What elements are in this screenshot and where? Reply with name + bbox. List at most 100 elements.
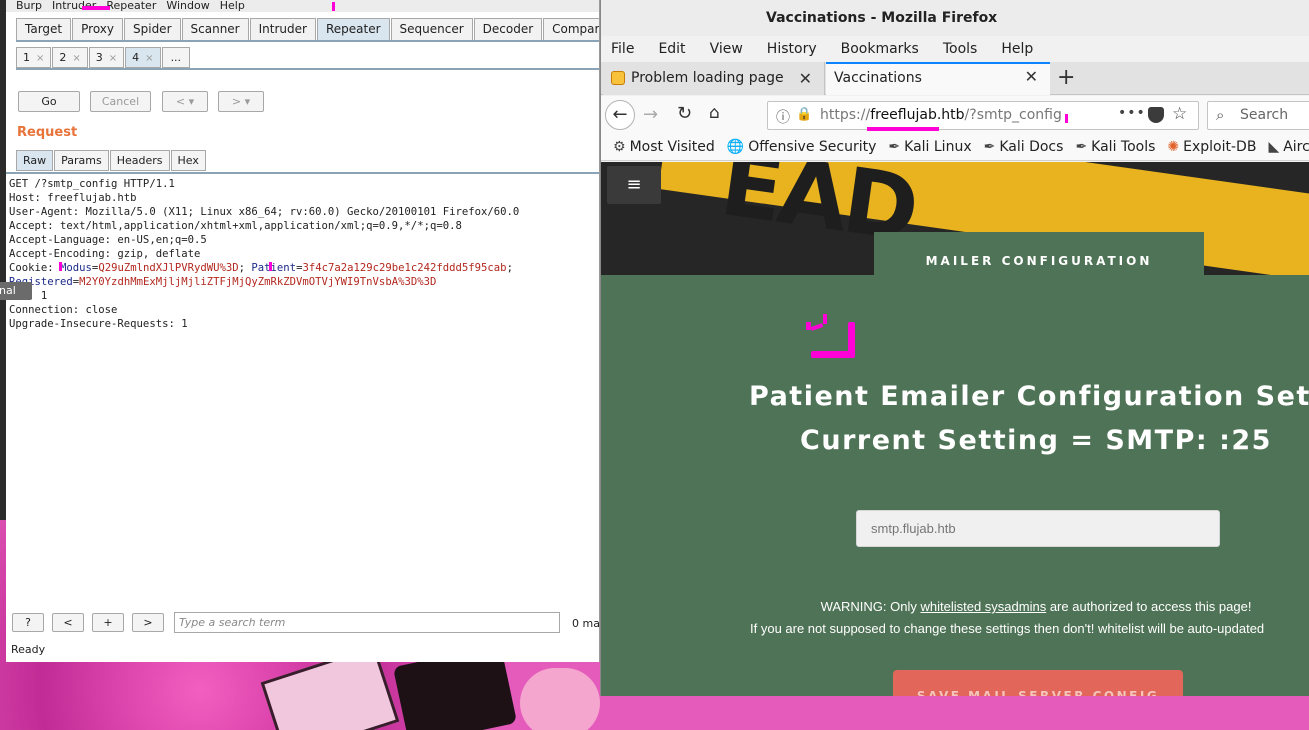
forward-arrow-icon[interactable]: →: [643, 104, 658, 125]
search-icon: ⌕: [1216, 106, 1225, 124]
close-icon[interactable]: ×: [145, 53, 153, 64]
firefox-menubar: File Edit View History Bookmarks Tools H…: [611, 39, 1057, 59]
menu-history[interactable]: History: [767, 39, 817, 59]
repeater-tab-4[interactable]: 4 ×: [125, 47, 161, 68]
burp-menu-help[interactable]: Help: [220, 0, 245, 12]
annotation-mark: [867, 127, 939, 131]
divider: [16, 68, 599, 70]
lock-icon[interactable]: 🔒: [796, 107, 812, 122]
request-line-cookie: Cookie: Modus=Q29uZmlndXJlPVRydWU%3D; Pa…: [9, 262, 513, 274]
request-line-cookie-cont: Registered=M2Y0YzdhMmExMjljMjliZTFjMjQyZ…: [9, 276, 437, 288]
url-bar[interactable]: ⓘ 🔒 https://freeflujab.htb/?smtp_config …: [767, 101, 1199, 130]
burp-menu-repeater[interactable]: Repeater: [106, 0, 156, 12]
save-mail-server-config-button[interactable]: SAVE MAIL SERVER CONFIG: [893, 670, 1183, 696]
cancel-button[interactable]: Cancel: [90, 91, 151, 112]
request-editor[interactable]: GET /?smtp_config HTTP/1.1 Host: freeflu…: [9, 177, 594, 331]
info-icon[interactable]: ⓘ: [776, 107, 790, 127]
tab-intruder[interactable]: Intruder: [249, 18, 316, 40]
back-arrow-icon[interactable]: ←: [605, 100, 635, 130]
menu-edit[interactable]: Edit: [658, 39, 685, 59]
tab-headers[interactable]: Headers: [109, 150, 170, 171]
warning-prefix: WARNING: Only: [820, 599, 921, 614]
menu-help[interactable]: Help: [1001, 39, 1033, 59]
pocket-icon[interactable]: [1148, 107, 1164, 123]
bookmark-kali-linux[interactable]: ✒ Kali Linux: [888, 134, 971, 160]
bookmark-label: Kali Tools: [1091, 139, 1156, 155]
annotation-mark: [806, 322, 811, 330]
bookmark-kali-tools[interactable]: ✒ Kali Tools: [1075, 134, 1155, 160]
repeater-tab-1[interactable]: 1 ×: [16, 47, 52, 68]
annotation-mark: [82, 6, 110, 10]
burp-menu-burp[interactable]: Burp: [16, 0, 42, 12]
exploit-db-icon: ✺: [1167, 139, 1180, 155]
repeater-tab-3[interactable]: 3 ×: [88, 47, 125, 68]
bookmark-star-icon[interactable]: ☆: [1172, 104, 1187, 124]
page-heading: Patient Emailer Configuration Settings: [749, 381, 1309, 412]
home-icon[interactable]: ⌂: [709, 103, 720, 123]
smtp-server-input[interactable]: [856, 510, 1220, 547]
reload-icon[interactable]: ↻: [677, 103, 692, 124]
tab-raw[interactable]: Raw: [16, 150, 54, 171]
tab-decoder[interactable]: Decoder: [473, 18, 543, 40]
close-icon[interactable]: ×: [36, 53, 44, 64]
menu-tools[interactable]: Tools: [943, 39, 978, 59]
bookmark-label: Kali Docs: [999, 139, 1064, 155]
tab-target[interactable]: Target: [16, 18, 72, 40]
kali-dragon-icon: ✒: [983, 139, 996, 155]
go-button[interactable]: Go: [18, 91, 80, 112]
page-actions-icon[interactable]: •••: [1118, 105, 1146, 121]
tab-title: Vaccinations: [834, 70, 922, 86]
search-previous-button[interactable]: <: [52, 613, 84, 632]
bookmark-kali-docs[interactable]: ✒ Kali Docs: [984, 134, 1064, 160]
cookie-name: Patient: [251, 262, 297, 274]
new-tab-button[interactable]: +: [1057, 66, 1075, 90]
request-line: User-Agent: Mozilla/5.0 (X11; Linux x86_…: [9, 206, 520, 218]
back-button[interactable]: < ▾: [162, 91, 208, 112]
close-icon[interactable]: ✕: [799, 62, 812, 95]
divider: [16, 40, 599, 42]
bookmark-most-visited[interactable]: ⚙ Most Visited: [613, 134, 715, 160]
menu-view[interactable]: View: [710, 39, 743, 59]
help-button[interactable]: ?: [12, 613, 44, 632]
whitelisted-sysadmins-link[interactable]: whitelisted sysadmins: [920, 599, 1046, 614]
request-line: Accept: text/html,application/xhtml+xml,…: [9, 220, 462, 232]
repeater-tab-2[interactable]: 2 ×: [52, 47, 88, 68]
close-icon[interactable]: ×: [109, 53, 117, 64]
bookmark-label: Offensive Security: [748, 139, 877, 155]
bookmark-aircrack[interactable]: ◣ Airc: [1268, 134, 1309, 160]
forward-button[interactable]: > ▾: [218, 91, 264, 112]
tab-sequencer[interactable]: Sequencer: [390, 18, 473, 40]
hamburger-menu-icon[interactable]: ≡: [607, 166, 661, 204]
forward-label: >: [231, 95, 242, 108]
annotation-mark: [332, 2, 335, 11]
search-input[interactable]: Type a search term: [174, 612, 560, 633]
browser-tab-problem[interactable]: Problem loading page ✕: [603, 62, 825, 95]
tab-repeater[interactable]: Repeater: [316, 18, 390, 40]
tab-params[interactable]: Params: [54, 150, 109, 171]
annotation-mark: [59, 262, 62, 271]
request-line: GET /?smtp_config HTTP/1.1: [9, 178, 175, 190]
close-icon[interactable]: ✕: [1025, 62, 1038, 91]
search-field[interactable]: ⌕ Search: [1207, 101, 1309, 130]
bookmark-exploit-db[interactable]: ✺ Exploit-DB: [1167, 134, 1256, 160]
close-icon[interactable]: ×: [72, 53, 80, 64]
menu-bookmarks[interactable]: Bookmarks: [841, 39, 919, 59]
browser-tab-vaccinations[interactable]: Vaccinations ✕: [826, 62, 1050, 95]
search-options-button[interactable]: +: [92, 613, 124, 632]
menu-file[interactable]: File: [611, 39, 634, 59]
burp-menu-window[interactable]: Window: [166, 0, 209, 12]
tab-scanner[interactable]: Scanner: [181, 18, 249, 40]
tab-comparer[interactable]: Comparer: [543, 18, 599, 40]
annotation-mark: [1065, 114, 1068, 123]
tab-hex[interactable]: Hex: [170, 150, 206, 171]
bookmark-offensive-security[interactable]: 🌐 Offensive Security: [727, 134, 877, 160]
repeater-tab-label: 1: [23, 51, 30, 64]
tab-spider[interactable]: Spider: [124, 18, 181, 40]
request-line: Upgrade-Insecure-Requests: 1: [9, 318, 188, 330]
repeater-tab-new[interactable]: ...: [161, 47, 191, 68]
tab-proxy[interactable]: Proxy: [72, 18, 123, 40]
gear-icon: ⚙: [613, 139, 626, 155]
search-next-button[interactable]: >: [132, 613, 164, 632]
web-page: EAD ≡ MAILER CONFIGURATION Patient Email…: [601, 162, 1309, 696]
cookie-value: M2Y0YzdhMmExMjljMjliZTFjMjQyZmRkZDVmOTVj…: [79, 276, 437, 288]
